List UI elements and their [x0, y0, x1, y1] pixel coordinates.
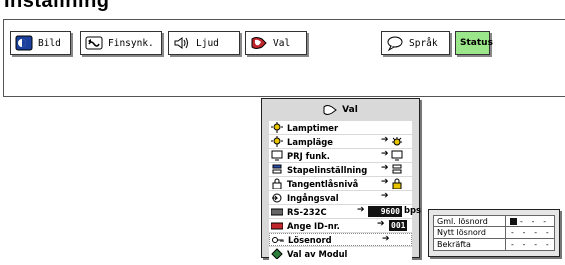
- options-icon: [323, 104, 338, 116]
- password-digits: - - -: [519, 217, 549, 226]
- menu-item-label: RS-232C: [287, 206, 327, 217]
- page-title-cut: Inställning: [0, 0, 565, 14]
- menu-item-label: Tangentlåsnivå: [287, 178, 359, 189]
- menu-item-losenord[interactable]: Lösenord ➔: [269, 233, 412, 246]
- password-row-label: Bekräfta: [434, 239, 506, 250]
- options-icon: [250, 35, 268, 51]
- password-row-label: Gml. lösnord: [434, 216, 506, 226]
- val-menu-panel: Val Lamptimer Lampläge ➔ PRJ funk. ➔ Sta…: [261, 98, 421, 260]
- menu-item-val-av-modul[interactable]: Val av Modul: [269, 247, 412, 260]
- projector-function-icon: [271, 150, 283, 161]
- password-row-confirm[interactable]: Bekräfta - - - -: [433, 239, 555, 251]
- tab-ljud[interactable]: Ljud: [168, 31, 240, 55]
- password-submenu: Gml. lösnord - - - Nytt lösnord - - - - …: [428, 209, 560, 257]
- speaker-icon: [173, 35, 191, 51]
- arrow-right-icon: ➔: [381, 163, 389, 173]
- tab-label: Språk: [409, 37, 438, 49]
- menu-item-label: Ingångsval: [287, 192, 339, 203]
- tab-val[interactable]: Val: [245, 31, 307, 55]
- stack-setting-icon: [271, 164, 283, 175]
- menu-item-ange-id-nr[interactable]: Ange ID-nr. ➔ 001: [269, 219, 412, 232]
- panel-title: Val: [262, 99, 419, 121]
- password-row-label: Nytt lösnord: [434, 227, 506, 238]
- menu-item-label: Val av Modul: [287, 248, 348, 259]
- menu-item-tangentlasniva[interactable]: Tangentlåsnivå ➔: [269, 177, 412, 190]
- tab-label: Finsynk.: [108, 37, 154, 49]
- id-number-value[interactable]: 001: [389, 220, 408, 231]
- fine-sync-icon: [85, 35, 103, 51]
- menu-list: Lamptimer Lampläge ➔ PRJ funk. ➔ Stapeli…: [269, 121, 421, 260]
- rs232c-icon: [270, 206, 284, 217]
- page-title: Inställning: [4, 0, 110, 12]
- arrow-right-icon: ➔: [382, 234, 390, 244]
- baud-rate-value[interactable]: 9600: [368, 206, 402, 217]
- menu-item-stapelinstallning[interactable]: Stapelinställning ➔: [269, 163, 412, 176]
- menu-item-label: Ange ID-nr.: [287, 220, 340, 231]
- menu-item-rs232c[interactable]: RS-232C ➔ 9600 bps: [269, 205, 421, 218]
- lamp-timer-icon: [271, 122, 283, 133]
- projector-sub-icon: [391, 150, 403, 161]
- stack-sub-icon: [391, 164, 403, 175]
- module-select-icon: [271, 248, 283, 260]
- menu-item-label: PRJ funk.: [287, 150, 330, 161]
- input-cursor: [510, 218, 517, 225]
- password-row-old[interactable]: Gml. lösnord - - -: [433, 215, 555, 227]
- menu-item-lamptimer[interactable]: Lamptimer: [269, 121, 412, 134]
- tab-label: Status: [460, 38, 493, 48]
- menu-item-label: Lampläge: [287, 136, 333, 147]
- speech-bubble-icon: [386, 35, 404, 52]
- tab-label: Val: [273, 37, 291, 49]
- arrow-right-icon: ➔: [381, 177, 389, 187]
- menu-item-label: Stapelinställning: [287, 164, 368, 175]
- baud-rate-unit: bps: [404, 205, 421, 215]
- menu-item-label: Lamptimer: [287, 122, 339, 133]
- password-row-value[interactable]: - - - -: [506, 239, 554, 250]
- input-select-icon: [271, 192, 283, 203]
- picture-icon: [15, 35, 33, 51]
- lamp-mode-sub-icon: [391, 136, 403, 147]
- arrow-right-icon: ➔: [381, 191, 389, 201]
- lock-sub-icon: [391, 178, 403, 190]
- key-lock-icon: [271, 178, 283, 190]
- menu-item-label: Lösenord: [288, 234, 332, 245]
- menu-bar: Bild Finsynk. Ljud Val Språk Status: [3, 19, 565, 97]
- password-key-icon: [272, 234, 284, 245]
- tab-sprak[interactable]: Språk: [381, 31, 450, 55]
- arrow-right-icon: ➔: [381, 135, 389, 145]
- arrow-right-icon: ➔: [381, 149, 389, 159]
- password-row-value[interactable]: - - - -: [506, 227, 554, 238]
- menu-item-prj-funk[interactable]: PRJ funk. ➔: [269, 149, 412, 162]
- menu-item-lamplage[interactable]: Lampläge ➔: [269, 135, 412, 148]
- tab-finsynk[interactable]: Finsynk.: [80, 31, 162, 55]
- tab-label: Bild: [38, 37, 61, 49]
- id-number-icon: [270, 220, 284, 231]
- panel-title-text: Val: [342, 105, 358, 115]
- password-row-new[interactable]: Nytt lösnord - - - -: [433, 227, 555, 239]
- arrow-right-icon: ➔: [377, 219, 385, 229]
- menu-item-ingangsval[interactable]: Ingångsval ➔: [269, 191, 412, 204]
- arrow-right-icon: ➔: [357, 205, 365, 215]
- lamp-mode-icon: [271, 136, 283, 147]
- tab-label: Ljud: [196, 37, 219, 49]
- tab-bild[interactable]: Bild: [10, 31, 71, 55]
- password-row-value[interactable]: - - -: [506, 216, 554, 226]
- tab-status[interactable]: Status: [455, 31, 493, 55]
